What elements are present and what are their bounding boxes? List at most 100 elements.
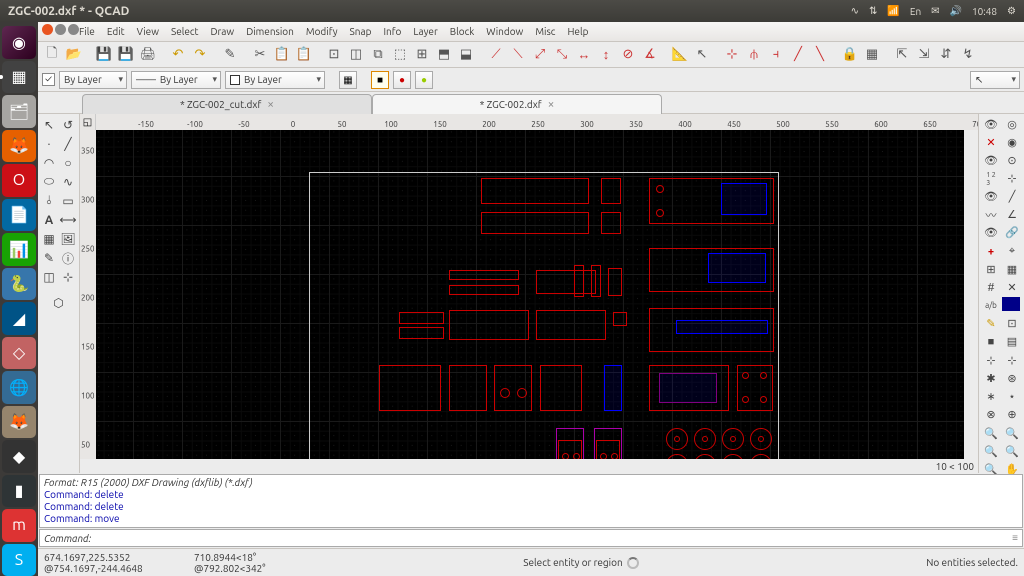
r-m2-icon[interactable]: ⊹ — [1002, 352, 1022, 369]
r-abc-icon[interactable]: a/b — [981, 297, 1001, 314]
zoom-fit-icon[interactable]: 🔍 — [981, 443, 1001, 460]
layer-btn1[interactable]: ▦ — [339, 71, 357, 89]
edit-icon[interactable]: ✎ — [220, 45, 240, 65]
tab-doc2[interactable]: * ZGC-002.dxf × — [372, 94, 662, 114]
launcher-python[interactable]: 🐍 — [2, 268, 36, 301]
launcher-qcad[interactable]: ▦ — [2, 61, 36, 94]
close-button[interactable] — [42, 24, 53, 35]
dash-button[interactable]: ◉ — [2, 26, 36, 59]
launcher-earth[interactable]: 🌐 — [2, 371, 36, 404]
zoom-in-icon[interactable]: 🔍 — [981, 425, 1001, 442]
command-clear-icon[interactable]: ≡ — [1012, 532, 1018, 544]
launcher-app1[interactable]: ◇ — [2, 337, 36, 370]
layer-btn2[interactable]: ■ — [371, 71, 389, 89]
r-sq-icon[interactable]: ■ — [981, 333, 1001, 350]
r-m4-icon[interactable]: ⊛ — [1002, 370, 1022, 387]
dim5-icon[interactable]: ↔ — [574, 45, 594, 65]
language-indicator[interactable]: En — [910, 6, 921, 17]
r-hash-icon[interactable]: # — [981, 279, 1001, 296]
menu-snap[interactable]: Snap — [344, 24, 378, 39]
horizontal-scrollbar[interactable]: 10 < 100 — [80, 459, 978, 473]
tool-dim-icon[interactable]: ⟷ — [59, 211, 77, 229]
tool2-icon[interactable]: ◫ — [346, 45, 366, 65]
menu-block[interactable]: Block — [444, 24, 481, 39]
command-input[interactable] — [95, 533, 1012, 544]
r-globe-icon[interactable]: ◉ — [1002, 134, 1022, 151]
close-icon[interactable]: × — [548, 98, 555, 111]
clock[interactable]: 10:48 — [972, 6, 997, 17]
r-m6-icon[interactable]: ⋆ — [1002, 388, 1022, 405]
r-snap-icon[interactable]: ⊹ — [1002, 170, 1022, 187]
save-icon[interactable]: 💾 — [94, 45, 114, 65]
r-eye3-icon[interactable]: 👁 — [981, 188, 1001, 205]
r-fill-icon[interactable]: ▦ — [1002, 261, 1022, 278]
tool-snap-icon[interactable]: ⊹ — [59, 268, 77, 286]
tool-hatch-icon[interactable]: ▦ — [40, 230, 58, 248]
tool6-icon[interactable]: ⬒ — [434, 45, 454, 65]
menu-modify[interactable]: Modify — [300, 24, 344, 39]
snap4-icon[interactable]: ╱ — [788, 45, 808, 65]
copy-icon[interactable]: 📋 — [272, 45, 292, 65]
tool1-icon[interactable]: ⊡ — [324, 45, 344, 65]
menu-view[interactable]: View — [131, 24, 165, 39]
r-plus-icon[interactable]: + — [981, 243, 1001, 260]
ruler-corner[interactable]: ◱ — [80, 114, 96, 130]
volume-icon[interactable]: 🔊 — [950, 5, 962, 17]
tool5-icon[interactable]: ⊞ — [412, 45, 432, 65]
launcher-firefox[interactable]: 🦊 — [2, 130, 36, 163]
tool-ellipse-icon[interactable]: ⬭ — [40, 173, 58, 191]
tool-image-icon[interactable]: 🖼 — [59, 230, 77, 248]
r-angle-icon[interactable]: ∠ — [1002, 206, 1022, 223]
explode1-icon[interactable]: ⇱ — [892, 45, 912, 65]
dim8-icon[interactable]: ∡ — [640, 45, 660, 65]
tool-modify-icon[interactable]: ✎ — [40, 249, 58, 267]
tool-polyline-icon[interactable]: ⫰ — [40, 192, 58, 210]
r-m3-icon[interactable]: ✱ — [981, 370, 1001, 387]
snap3-icon[interactable]: ⫞ — [766, 45, 786, 65]
r-m5-icon[interactable]: ∗ — [981, 388, 1001, 405]
menu-select[interactable]: Select — [165, 24, 204, 39]
r-eye4-icon[interactable]: 👁 — [981, 224, 1001, 241]
explode3-icon[interactable]: ⇵ — [936, 45, 956, 65]
tool-isometric-icon[interactable]: ⬡ — [50, 294, 68, 312]
dim2-icon[interactable]: ⟍ — [508, 45, 528, 65]
r-123-icon[interactable]: 1 23 — [981, 170, 1001, 187]
menu-edit[interactable]: Edit — [101, 24, 131, 39]
close-icon[interactable]: × — [267, 98, 274, 111]
tab-doc1[interactable]: * ZGC-002_cut.dxf × — [82, 94, 372, 114]
r-x-icon[interactable]: ✕ — [981, 134, 1001, 151]
messages-icon[interactable]: ✉ — [931, 5, 939, 17]
minimize-button[interactable] — [55, 24, 66, 35]
launcher-inkscape[interactable]: ◆ — [2, 440, 36, 473]
launcher-draftsight[interactable]: ◢ — [2, 302, 36, 335]
tool7-icon[interactable]: ⬓ — [456, 45, 476, 65]
tool-arc-icon[interactable]: ◠ — [40, 154, 58, 172]
dim1-icon[interactable]: ⟋ — [486, 45, 506, 65]
explode4-icon[interactable]: ↯ — [958, 45, 978, 65]
pointer-icon[interactable]: ↖ — [692, 45, 712, 65]
launcher-gimp[interactable]: 🦊 — [2, 406, 36, 439]
network-icon[interactable]: 📶 — [887, 5, 899, 17]
tool-reset-icon[interactable]: ↺ — [59, 116, 77, 134]
undo-icon[interactable]: ↶ — [168, 45, 188, 65]
tool4-icon[interactable]: ⬚ — [390, 45, 410, 65]
r-attach-icon[interactable]: ⌖ — [1002, 243, 1022, 260]
launcher-writer[interactable]: 📄 — [2, 199, 36, 232]
explode2-icon[interactable]: ⇲ — [914, 45, 934, 65]
menu-help[interactable]: Help — [561, 24, 594, 39]
new-icon[interactable]: 🗋 — [42, 45, 62, 65]
launcher-calc[interactable]: 📊 — [2, 233, 36, 266]
tool-spline-icon[interactable]: ∿ — [59, 173, 77, 191]
menu-layer[interactable]: Layer — [407, 24, 443, 39]
r-grid-icon[interactable]: ⊞ — [981, 261, 1001, 278]
snap2-icon[interactable]: ⫛ — [744, 45, 764, 65]
redo-icon[interactable]: ↷ — [190, 45, 210, 65]
r-line-icon[interactable]: ╱ — [1002, 188, 1022, 205]
r-pen-icon[interactable]: ✎ — [981, 315, 1001, 332]
menu-draw[interactable]: Draw — [204, 24, 240, 39]
linetype-combo[interactable]: ——By Layer — [131, 71, 221, 89]
steam-icon[interactable]: ∿ — [851, 5, 859, 17]
launcher-opera[interactable]: O — [2, 164, 36, 197]
r-m8-icon[interactable]: ⊕ — [1002, 406, 1022, 423]
r-layers-icon[interactable]: ▤ — [1002, 333, 1022, 350]
